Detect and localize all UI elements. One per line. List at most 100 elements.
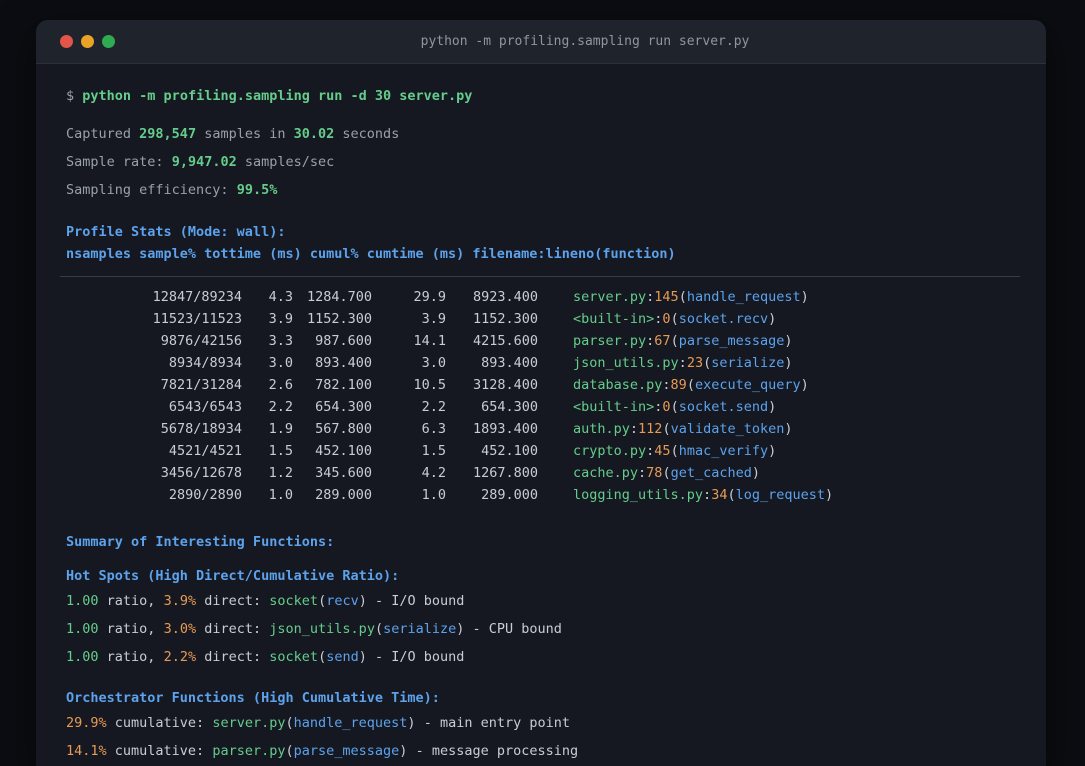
close-paren: ) — [407, 715, 416, 731]
line-number: 0 — [662, 311, 671, 327]
cumtime-cell: 4215.600 — [472, 333, 538, 349]
close-paren: ) — [399, 743, 408, 759]
cumtime-cell: 8923.400 — [472, 289, 538, 305]
close-paren: ) — [800, 289, 809, 305]
open-paren: ( — [670, 333, 679, 349]
filename: server.py — [212, 715, 286, 731]
function-ref: socket(recv) — [269, 593, 367, 609]
function-name: handle_request — [293, 715, 408, 731]
sample-rate-line: Sample rate: 9,947.02 samples/sec — [66, 151, 1018, 173]
table-divider — [60, 276, 1020, 277]
function-location: crypto.py:45(hmac_verify) — [573, 440, 1018, 462]
terminal-output[interactable]: $ python -m profiling.sampling run -d 30… — [36, 64, 1046, 762]
sample-pct-cell: 2.2 — [268, 399, 293, 415]
filename: <built-in> — [573, 311, 655, 327]
percent-value: 3.9% — [163, 593, 197, 609]
profile-table: 12847/89234 4.3 1284.700 29.9 8923.400 s… — [66, 286, 1018, 506]
table-row: 11523/11523 3.9 1152.300 3.9 1152.300 <b… — [66, 308, 1018, 330]
open-paren: ( — [670, 399, 679, 415]
column-spacer — [538, 462, 573, 484]
close-button[interactable] — [60, 35, 73, 48]
function-name: serialize — [383, 621, 457, 637]
function-name: log_request — [735, 487, 825, 503]
minimize-button[interactable] — [81, 35, 94, 48]
filename: logging_utils.py — [573, 487, 704, 503]
function-name: parse_message — [293, 743, 400, 759]
tottime-cell: 1152.300 — [306, 311, 372, 327]
open-paren: ( — [374, 621, 384, 637]
nsamples-cell: 12847/89234 — [152, 289, 242, 305]
sample-pct-cell: 1.2 — [268, 465, 293, 481]
efficiency-value: 99.5% — [236, 182, 278, 198]
function-name: serialize — [711, 355, 785, 371]
filename: parser.py — [212, 743, 286, 759]
open-paren: ( — [285, 743, 294, 759]
tottime-cell: 289.000 — [315, 487, 372, 503]
colon-separator: : — [662, 377, 671, 393]
function-ref: socket(send) — [269, 649, 367, 665]
cumtime-cell: 654.300 — [481, 399, 538, 415]
open-paren: ( — [318, 593, 327, 609]
line-number: 112 — [638, 421, 663, 437]
efficiency-line: Sampling efficiency: 99.5% — [66, 179, 1018, 201]
sample-pct-cell: 1.5 — [268, 443, 293, 459]
cumul-pct-cell: 14.1 — [413, 333, 446, 349]
sample-rate-label: Sample rate: — [66, 154, 164, 170]
tottime-cell: 452.100 — [315, 443, 372, 459]
tottime-cell: 654.300 — [315, 399, 372, 415]
sample-rate-suffix: samples/sec — [244, 154, 335, 170]
note: - message processing — [415, 743, 579, 759]
line-number: 145 — [654, 289, 679, 305]
open-paren: ( — [703, 355, 712, 371]
percent-value: 14.1% — [66, 743, 107, 759]
column-spacer — [538, 418, 573, 440]
window-title: python -m profiling.sampling run server.… — [420, 34, 750, 49]
filename: database.py — [573, 377, 663, 393]
close-paren: ) — [784, 355, 793, 371]
cumulative-label: cumulative: — [114, 743, 205, 759]
filename: parser.py — [573, 333, 647, 349]
column-spacer — [538, 352, 573, 374]
capture-prefix: Captured — [66, 126, 132, 142]
cumtime-cell: 1267.800 — [472, 465, 538, 481]
line-number: 0 — [662, 399, 671, 415]
nsamples-cell: 8934/8934 — [168, 355, 242, 371]
filename: <built-in> — [573, 399, 655, 415]
hot-spot-line: 1.00 ratio, 3.9% direct: socket(recv) - … — [66, 590, 1018, 612]
percent-value: 3.0% — [163, 621, 197, 637]
close-paren: ) — [358, 593, 367, 609]
close-paren: ) — [768, 443, 777, 459]
profile-table-header: nsamples sample% tottime (ms) cumul% cum… — [66, 246, 676, 262]
line-number: 34 — [711, 487, 728, 503]
close-paren: ) — [358, 649, 367, 665]
colon-separator: : — [629, 421, 639, 437]
line-number: 23 — [686, 355, 704, 371]
table-row: 7821/31284 2.6 782.100 10.5 3128.400 dat… — [66, 374, 1018, 396]
filename: server.py — [573, 289, 647, 305]
table-row: 5678/18934 1.9 567.800 6.3 1893.400 auth… — [66, 418, 1018, 440]
capture-summary-line: Captured 298,547 samples in 30.02 second… — [66, 123, 1018, 145]
filename: socket — [269, 593, 319, 609]
cumtime-cell: 1152.300 — [472, 311, 538, 327]
terminal-window: python -m profiling.sampling run server.… — [36, 20, 1046, 766]
cumtime-cell: 3128.400 — [472, 377, 538, 393]
bound-note: - CPU bound — [472, 621, 562, 637]
title-bar[interactable]: python -m profiling.sampling run server.… — [36, 20, 1046, 64]
open-paren: ( — [727, 487, 736, 503]
function-name: socket.recv — [678, 311, 769, 327]
function-location: logging_utils.py:34(log_request) — [573, 484, 1018, 506]
orchestrators-title: Orchestrator Functions (High Cumulative … — [66, 690, 440, 706]
line-number: 45 — [654, 443, 671, 459]
prompt-symbol: $ — [66, 88, 75, 104]
close-paren: ) — [825, 487, 834, 503]
column-spacer — [538, 440, 573, 462]
zoom-button[interactable] — [102, 35, 115, 48]
column-spacer — [538, 374, 573, 396]
line-number: 78 — [646, 465, 663, 481]
tottime-cell: 1284.700 — [306, 289, 372, 305]
tottime-cell: 987.600 — [315, 333, 372, 349]
filename: auth.py — [573, 421, 630, 437]
cumtime-cell: 1893.400 — [472, 421, 538, 437]
cumul-pct-cell: 1.5 — [421, 443, 446, 459]
function-location: json_utils.py:23(serialize) — [573, 352, 1018, 374]
